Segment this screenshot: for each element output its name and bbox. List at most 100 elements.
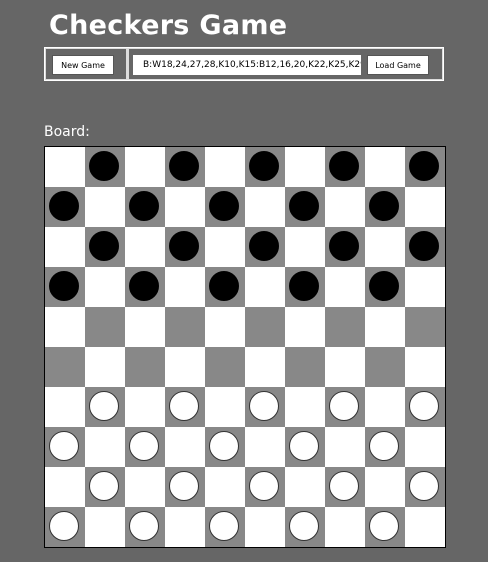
black-piece[interactable] — [49, 191, 79, 221]
board-square-r0c3[interactable] — [165, 147, 205, 187]
black-piece[interactable] — [409, 151, 439, 181]
board-square-r6c3[interactable] — [165, 387, 205, 427]
board-square-r5c6[interactable] — [285, 347, 325, 387]
board-square-r8c1[interactable] — [85, 467, 125, 507]
board-square-r3c9[interactable] — [405, 267, 445, 307]
board-square-r6c7[interactable] — [325, 387, 365, 427]
board-square-r9c5[interactable] — [245, 507, 285, 547]
board-square-r3c0[interactable] — [45, 267, 85, 307]
board-square-r3c1[interactable] — [85, 267, 125, 307]
board-square-r5c9[interactable] — [405, 347, 445, 387]
board-square-r5c0[interactable] — [45, 347, 85, 387]
board-square-r7c5[interactable] — [245, 427, 285, 467]
board-square-r7c3[interactable] — [165, 427, 205, 467]
white-piece[interactable] — [49, 431, 79, 461]
board-square-r4c2[interactable] — [125, 307, 165, 347]
black-piece[interactable] — [209, 191, 239, 221]
white-piece[interactable] — [369, 431, 399, 461]
board-square-r3c4[interactable] — [205, 267, 245, 307]
board-square-r6c5[interactable] — [245, 387, 285, 427]
white-piece[interactable] — [209, 511, 239, 541]
white-piece[interactable] — [129, 431, 159, 461]
board-square-r1c7[interactable] — [325, 187, 365, 227]
game-state-input[interactable] — [133, 55, 361, 75]
white-piece[interactable] — [329, 471, 359, 501]
board-square-r7c1[interactable] — [85, 427, 125, 467]
black-piece[interactable] — [89, 231, 119, 261]
black-piece[interactable] — [209, 271, 239, 301]
black-piece[interactable] — [249, 151, 279, 181]
board-square-r4c1[interactable] — [85, 307, 125, 347]
board-square-r3c5[interactable] — [245, 267, 285, 307]
white-piece[interactable] — [329, 391, 359, 421]
board-square-r8c8[interactable] — [365, 467, 405, 507]
board-square-r7c2[interactable] — [125, 427, 165, 467]
board-square-r8c0[interactable] — [45, 467, 85, 507]
board-square-r3c2[interactable] — [125, 267, 165, 307]
board-square-r8c6[interactable] — [285, 467, 325, 507]
white-piece[interactable] — [409, 391, 439, 421]
board-square-r9c9[interactable] — [405, 507, 445, 547]
board-square-r2c5[interactable] — [245, 227, 285, 267]
board-square-r4c8[interactable] — [365, 307, 405, 347]
board-square-r2c1[interactable] — [85, 227, 125, 267]
board-square-r1c0[interactable] — [45, 187, 85, 227]
board-square-r5c8[interactable] — [365, 347, 405, 387]
white-piece[interactable] — [249, 391, 279, 421]
board-square-r1c5[interactable] — [245, 187, 285, 227]
board-square-r5c4[interactable] — [205, 347, 245, 387]
board-square-r8c4[interactable] — [205, 467, 245, 507]
board-square-r0c0[interactable] — [45, 147, 85, 187]
black-piece[interactable] — [49, 271, 79, 301]
board-square-r4c3[interactable] — [165, 307, 205, 347]
board-square-r6c8[interactable] — [365, 387, 405, 427]
white-piece[interactable] — [129, 511, 159, 541]
board-square-r5c5[interactable] — [245, 347, 285, 387]
white-piece[interactable] — [89, 471, 119, 501]
board-square-r7c8[interactable] — [365, 427, 405, 467]
board-square-r1c2[interactable] — [125, 187, 165, 227]
board-square-r2c8[interactable] — [365, 227, 405, 267]
board-square-r2c3[interactable] — [165, 227, 205, 267]
black-piece[interactable] — [289, 271, 319, 301]
black-piece[interactable] — [169, 151, 199, 181]
black-piece[interactable] — [369, 271, 399, 301]
board-square-r6c6[interactable] — [285, 387, 325, 427]
board-square-r0c4[interactable] — [205, 147, 245, 187]
board-square-r2c7[interactable] — [325, 227, 365, 267]
board-square-r1c3[interactable] — [165, 187, 205, 227]
board-square-r8c7[interactable] — [325, 467, 365, 507]
board-square-r3c3[interactable] — [165, 267, 205, 307]
board-square-r9c6[interactable] — [285, 507, 325, 547]
board-square-r1c8[interactable] — [365, 187, 405, 227]
board-square-r1c1[interactable] — [85, 187, 125, 227]
black-piece[interactable] — [329, 151, 359, 181]
board-square-r8c5[interactable] — [245, 467, 285, 507]
board-square-r7c4[interactable] — [205, 427, 245, 467]
board-square-r8c9[interactable] — [405, 467, 445, 507]
white-piece[interactable] — [89, 391, 119, 421]
board-square-r9c0[interactable] — [45, 507, 85, 547]
white-piece[interactable] — [289, 431, 319, 461]
board-square-r6c4[interactable] — [205, 387, 245, 427]
board-square-r7c7[interactable] — [325, 427, 365, 467]
board-square-r1c6[interactable] — [285, 187, 325, 227]
board-square-r4c5[interactable] — [245, 307, 285, 347]
board-square-r9c2[interactable] — [125, 507, 165, 547]
board-square-r2c9[interactable] — [405, 227, 445, 267]
black-piece[interactable] — [289, 191, 319, 221]
black-piece[interactable] — [89, 151, 119, 181]
board-square-r4c7[interactable] — [325, 307, 365, 347]
board-square-r9c7[interactable] — [325, 507, 365, 547]
board-square-r0c9[interactable] — [405, 147, 445, 187]
board-square-r7c0[interactable] — [45, 427, 85, 467]
board-square-r7c9[interactable] — [405, 427, 445, 467]
white-piece[interactable] — [169, 471, 199, 501]
black-piece[interactable] — [129, 191, 159, 221]
white-piece[interactable] — [169, 391, 199, 421]
board-square-r2c2[interactable] — [125, 227, 165, 267]
white-piece[interactable] — [249, 471, 279, 501]
board-square-r8c3[interactable] — [165, 467, 205, 507]
load-game-button[interactable]: Load Game — [367, 55, 429, 75]
board-square-r1c9[interactable] — [405, 187, 445, 227]
